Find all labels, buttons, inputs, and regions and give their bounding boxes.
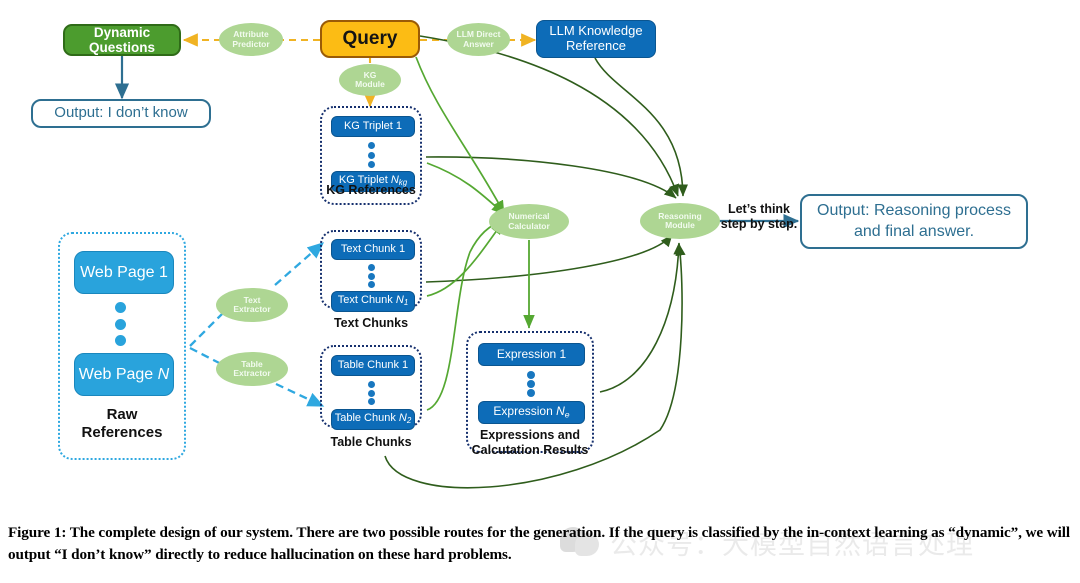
list-item-expression-n[interactable]: Expression Ne: [478, 401, 585, 424]
edge-text-chunks-to-reasoning: [425, 234, 673, 283]
edge-text-chunks-to-numerical-calculator: [426, 221, 504, 297]
group-expressions: Expression 1 Expression Ne Expressions a…: [466, 331, 594, 457]
edge-query-to-reasoning: [419, 35, 679, 197]
group-kg-references-label-text: KG References: [326, 183, 416, 197]
group-expressions-label-line2: Calcutation Results: [471, 443, 589, 457]
ellipse-kg-module-line2: Module: [355, 79, 385, 89]
node-dynamic-questions[interactable]: Dynamic Questions: [63, 24, 181, 56]
list-item-expression-1-label: Expression 1: [496, 346, 567, 361]
list-item-web-page-n-label: Web Page N: [78, 365, 170, 383]
list-item-table-chunk-n-label: Table Chunk N2: [334, 412, 412, 426]
node-output-reasoning-line1: Output: Reasoning process: [817, 201, 1011, 219]
ellipsis-dots-table-chunks: [367, 381, 375, 405]
list-item-table-chunk-1-label: Table Chunk 1: [337, 359, 409, 372]
node-output-idk-label: Output: I don’t know: [54, 104, 188, 122]
group-table-chunks: Table Chunk 1 Table Chunk N2 Table Chunk…: [320, 345, 422, 449]
list-item-expression-1[interactable]: Expression 1: [478, 343, 585, 366]
edge-label-lets-think: Let’s think step by step.: [720, 202, 798, 233]
group-text-chunks-label: Text Chunks: [322, 316, 420, 330]
edge-label-lets-think-line1: Let’s think: [727, 202, 791, 216]
group-text-chunks-label-text: Text Chunks: [333, 316, 409, 330]
ellipse-text-extractor-line2: Extractor: [233, 304, 271, 314]
edge-expressions-to-reasoning: [599, 242, 684, 393]
group-table-chunks-label: Table Chunks: [322, 435, 420, 449]
ellipsis-dots-expressions: [527, 371, 535, 397]
node-query-label: Query: [342, 28, 398, 50]
group-expressions-label: Expressions and Calcutation Results: [468, 428, 592, 458]
ellipsis-dots-text-chunks: [367, 264, 375, 288]
list-item-web-page-1-label: Web Page 1: [80, 263, 168, 281]
list-item-kg-triplet-1[interactable]: KG Triplet 1: [331, 116, 415, 137]
node-output-reasoning[interactable]: Output: Reasoning process and final answ…: [800, 194, 1028, 249]
node-query[interactable]: Query: [320, 20, 420, 58]
list-item-text-chunk-1[interactable]: Text Chunk 1: [331, 239, 415, 260]
ellipse-llm-direct-answer[interactable]: LLM Direct Answer: [447, 23, 510, 56]
list-item-web-page-1[interactable]: Web Page 1: [74, 251, 174, 294]
ellipse-reasoning-module[interactable]: Reasoning Module: [640, 203, 720, 239]
group-table-chunks-label-text: Table Chunks: [330, 435, 412, 449]
group-raw-references-label-line2: References: [81, 424, 163, 442]
node-llm-knowledge-reference-line1: LLM Knowledge: [549, 23, 643, 39]
group-kg-references-label: KG References: [322, 183, 420, 197]
list-item-text-chunk-n-label: Text Chunk N1: [337, 294, 409, 308]
edge-kg-references-to-numerical-calculator: [426, 162, 505, 215]
ellipse-attribute-predictor-line2: Predictor: [232, 38, 270, 49]
figure-canvas: Dynamic Questions Output: I don’t know Q…: [0, 0, 1080, 583]
group-raw-references-label-line1: Raw: [106, 406, 138, 423]
node-llm-knowledge-reference[interactable]: LLM Knowledge Reference: [536, 20, 656, 58]
list-item-text-chunk-1-label: Text Chunk 1: [340, 243, 406, 256]
list-item-table-chunk-1[interactable]: Table Chunk 1: [331, 355, 415, 376]
ellipsis-dots-kg-triplets: [367, 142, 375, 168]
ellipse-attribute-predictor[interactable]: Attribute Predictor: [219, 23, 283, 56]
ellipse-table-extractor-line2: Extractor: [233, 368, 271, 378]
list-item-table-chunk-n[interactable]: Table Chunk N2: [331, 409, 415, 430]
edge-query-to-numerical-calculator: [415, 56, 505, 214]
node-output-idk[interactable]: Output: I don’t know: [31, 99, 211, 128]
ellipse-numerical-calculator[interactable]: Numerical Calculator: [489, 204, 569, 239]
ellipsis-dots-web-pages: [114, 302, 126, 346]
ellipse-table-extractor[interactable]: Table Extractor: [216, 352, 288, 386]
ellipse-reasoning-module-line2: Module: [665, 220, 695, 230]
figure-caption: Figure 1: The complete design of our sys…: [8, 524, 1070, 563]
ellipse-numerical-calculator-line2: Calculator: [508, 220, 550, 231]
node-output-reasoning-line2: and final answer.: [853, 222, 975, 240]
ellipse-text-extractor[interactable]: Text Extractor: [216, 288, 288, 322]
group-raw-references-label: Raw References: [60, 406, 184, 443]
node-dynamic-questions-label: Dynamic Questions: [88, 24, 155, 55]
ellipse-llm-direct-answer-line2: Answer: [463, 38, 494, 49]
edge-label-lets-think-line2: step by step.: [720, 217, 798, 232]
list-item-text-chunk-n[interactable]: Text Chunk N1: [331, 291, 415, 312]
edge-kg-references-to-reasoning: [425, 156, 677, 199]
group-expressions-label-line1: Expressions and: [479, 428, 581, 442]
group-raw-references: Web Page 1 Web Page N Raw References: [58, 232, 186, 460]
edge-llm-knowledge-to-reasoning: [594, 57, 688, 197]
ellipse-kg-module[interactable]: KG Module: [339, 64, 401, 96]
list-item-kg-triplet-1-label: KG Triplet 1: [343, 120, 403, 133]
list-item-web-page-n[interactable]: Web Page N: [74, 353, 174, 396]
node-llm-knowledge-reference-line2: Reference: [566, 38, 626, 53]
group-kg-references: KG Triplet 1 KG Triplet Nkg KG Reference…: [320, 106, 422, 205]
list-item-expression-n-label: Expression Ne: [493, 403, 570, 420]
group-text-chunks: Text Chunk 1 Text Chunk N1 Text Chunks: [320, 230, 422, 330]
